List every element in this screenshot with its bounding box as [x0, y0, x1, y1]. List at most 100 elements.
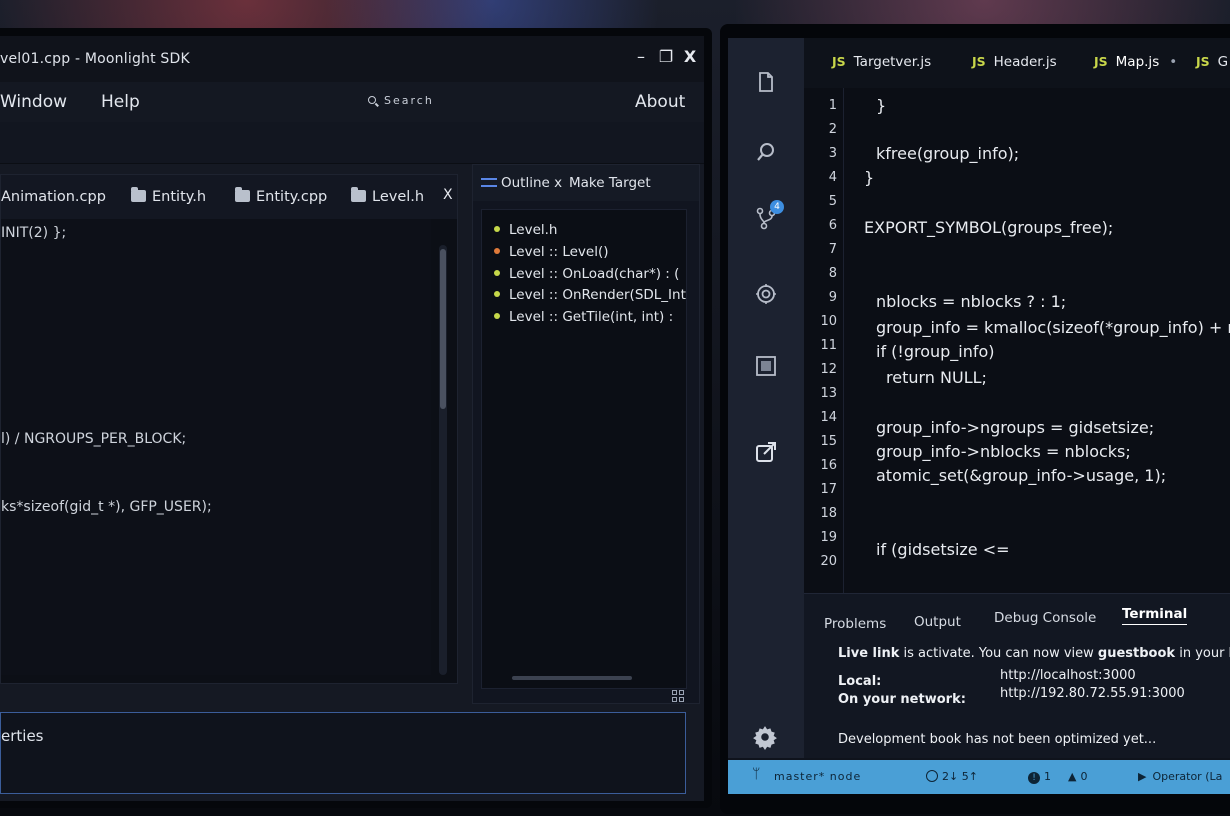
tab-map-js[interactable]: JS Map.js •: [1094, 54, 1177, 70]
sync-status[interactable]: 2↓ 5↑: [926, 770, 978, 783]
bullet-icon: [494, 313, 500, 319]
code-line: kfree(group_info);: [876, 144, 1020, 163]
tab-debug-console[interactable]: Debug Console: [994, 610, 1096, 626]
tab-header-js[interactable]: JS Header.js: [972, 54, 1057, 70]
scrollbar-thumb[interactable]: [440, 249, 446, 409]
sync-icon: [926, 770, 938, 782]
code-editor[interactable]: 1 2 3 4 5 6 7 8 9 10 11 12 13 14 15 16 1…: [804, 88, 1230, 593]
js-file-icon: JS: [1094, 54, 1108, 69]
source-control-icon[interactable]: 4: [754, 200, 784, 230]
vertical-scrollbar[interactable]: [439, 245, 447, 675]
remote-share-icon[interactable]: [754, 440, 778, 464]
editor-tab-bar: Animation.cpp Entity.h Entity.cpp Level.…: [1, 175, 457, 219]
tab-entity-cpp[interactable]: Entity.cpp: [235, 187, 327, 205]
outline-pane: Outline x Make Target Level.h Level :: L…: [472, 164, 700, 704]
outline-item[interactable]: Level :: GetTile(int, int) :: [494, 309, 673, 325]
menu-help[interactable]: Help: [101, 92, 140, 112]
operator-status[interactable]: ▶ Operator (La: [1138, 770, 1222, 783]
modified-dot[interactable]: •: [1169, 54, 1177, 70]
bullet-icon: [494, 248, 500, 254]
restore-button[interactable]: ❐: [655, 46, 677, 68]
extensions-icon[interactable]: [754, 354, 778, 378]
tab-targetver-js[interactable]: JS Targetver.js: [832, 54, 931, 70]
tab-terminal[interactable]: Terminal: [1122, 606, 1188, 625]
title-bar: vel01.cpp - Moonlight SDK – ❐ X: [0, 36, 704, 82]
code-area[interactable]: INIT(2) }; l) / NGROUPS_PER_BLOCK; ks*si…: [1, 219, 431, 675]
code-line: return NULL;: [886, 368, 987, 387]
branch-icon[interactable]: ᛘ: [752, 766, 760, 782]
tab-output[interactable]: Output: [914, 614, 961, 630]
tab-animation-cpp[interactable]: Animation.cpp: [1, 189, 106, 205]
warning-count[interactable]: ▲ 0: [1068, 770, 1087, 783]
outline-item-label: Level.h: [509, 222, 558, 238]
notification-badge: 4: [770, 200, 784, 214]
error-count[interactable]: ! 1: [1028, 770, 1051, 784]
branch-label[interactable]: master* node: [774, 770, 861, 783]
horizontal-scrollbar[interactable]: [512, 676, 632, 680]
settings-gear-icon[interactable]: [752, 724, 778, 750]
tab-level-h[interactable]: Level.h: [351, 187, 425, 205]
code-line: ks*sizeof(gid_t *), GFP_USER);: [1, 499, 212, 515]
play-icon: ▶: [1138, 770, 1147, 783]
files-icon[interactable]: [754, 70, 778, 94]
tab-make-target[interactable]: Make Target: [569, 175, 651, 191]
line-number: 2: [828, 122, 837, 137]
debug-icon[interactable]: [754, 282, 778, 306]
outline-icon: [481, 178, 497, 187]
close-tab-button[interactable]: X: [443, 187, 453, 203]
minimize-button[interactable]: –: [630, 46, 652, 68]
outline-item[interactable]: Level.h: [494, 222, 557, 238]
js-file-icon: JS: [832, 54, 846, 69]
ide-window: vel01.cpp - Moonlight SDK – ❐ X Window H…: [0, 36, 704, 801]
terminal-text: is activate. You can now view: [899, 646, 1098, 661]
line-number: 17: [820, 482, 837, 497]
bullet-icon: [494, 291, 500, 297]
network-url[interactable]: http://192.80.72.55.91:3000: [1000, 686, 1185, 701]
search-field[interactable]: Search: [368, 94, 434, 107]
tab-outline[interactable]: Outline x: [481, 175, 562, 191]
tab-label: Level.h: [372, 189, 425, 205]
outline-item[interactable]: Level :: Level(): [494, 244, 608, 260]
sync-counts: 2↓ 5↑: [942, 770, 978, 783]
local-url[interactable]: http://localhost:3000: [1000, 668, 1136, 683]
code-line: nblocks = nblocks ? : 1;: [876, 292, 1067, 311]
line-number: 3: [828, 146, 837, 161]
tab-label: G: [1217, 54, 1229, 70]
bullet-icon: [494, 226, 500, 232]
terminal-text: in your brow: [1179, 646, 1230, 661]
close-button[interactable]: X: [679, 46, 701, 68]
line-number: 18: [820, 506, 837, 521]
outline-item[interactable]: Level :: OnRender(SDL_Inte: [494, 287, 686, 303]
tab-label: Outline x: [501, 175, 563, 191]
menu-window[interactable]: Window: [0, 92, 67, 112]
line-number: 16: [820, 458, 837, 473]
bottom-panel: Problems Output Debug Console Terminal L…: [804, 593, 1230, 758]
search-icon: [368, 96, 376, 104]
line-number: 5: [828, 194, 837, 209]
file-icon: [131, 187, 146, 202]
tab-problems[interactable]: Problems: [824, 616, 886, 632]
menu-bar: Window Help Search About: [0, 82, 704, 122]
operator-label: Operator (La: [1152, 770, 1223, 783]
code-line: group_info->nblocks = nblocks;: [876, 442, 1131, 461]
tab-entity-h[interactable]: Entity.h: [131, 187, 206, 205]
tab-label: Targetver.js: [853, 54, 932, 70]
outline-item-label: Level :: Level(): [509, 244, 609, 260]
code-line: if (gidsetsize <=: [876, 540, 1010, 559]
menu-about[interactable]: About: [635, 92, 685, 112]
window-title: vel01.cpp - Moonlight SDK: [0, 51, 190, 67]
properties-label: erties: [1, 727, 44, 745]
js-file-icon: JS: [1196, 54, 1210, 69]
line-number: 19: [820, 530, 837, 545]
code-line: }: [864, 168, 875, 187]
code-editor-window: 4 JS Targetver.js JS Header.js JS Map.js • J…: [728, 38, 1230, 794]
code-line: l) / NGROUPS_PER_BLOCK;: [1, 431, 187, 447]
line-number: 15: [820, 434, 837, 449]
line-number: 10: [820, 314, 837, 329]
live-link-label: Live link: [838, 646, 900, 661]
layout-grid-icon[interactable]: [672, 690, 684, 702]
tab-g[interactable]: JS G: [1196, 54, 1228, 70]
search-icon[interactable]: [754, 140, 778, 164]
error-count-value: 1: [1044, 770, 1051, 783]
outline-item[interactable]: Level :: OnLoad(char*) : (: [494, 266, 679, 282]
